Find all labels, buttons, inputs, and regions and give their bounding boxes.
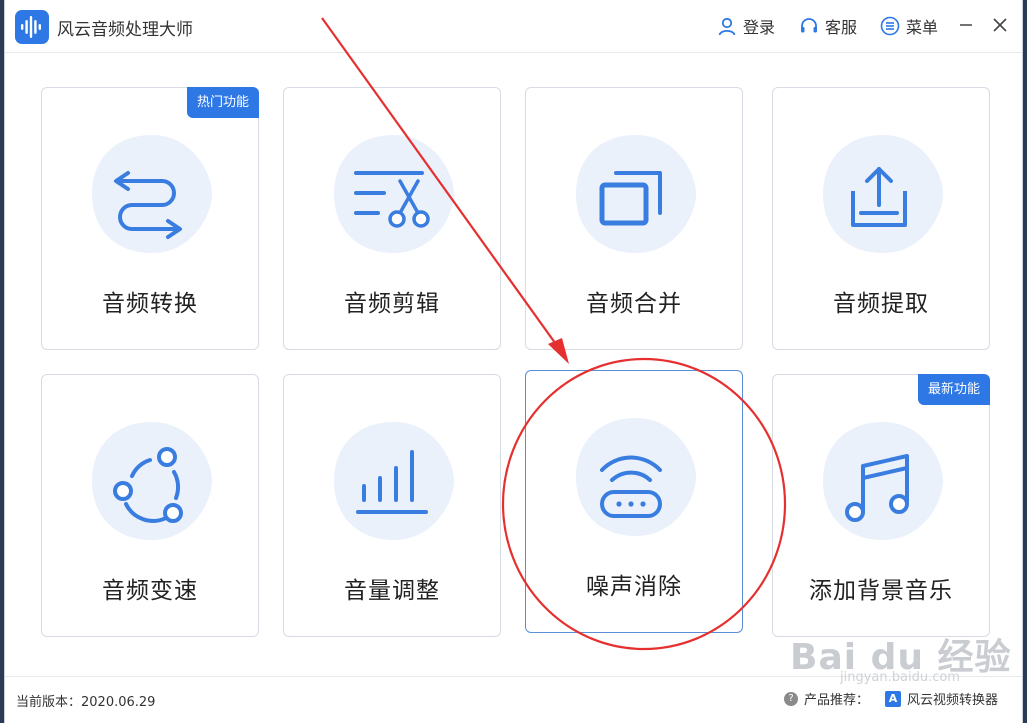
app-window: 风云音频处理大师 登录 客服 菜单 热门功能 音频转换 音频剪辑 音频合并 音频… — [5, 0, 1022, 723]
title-bar: 风云音频处理大师 登录 客服 菜单 — [5, 0, 1022, 53]
card-audio-speed[interactable]: 音频变速 — [41, 374, 259, 637]
help-icon: ? — [783, 691, 798, 706]
music-note-icon — [845, 454, 909, 522]
hot-feature-badge: 热门功能 — [186, 87, 259, 118]
card-volume-adjust[interactable]: 音量调整 — [283, 374, 501, 637]
menu-label: 菜单 — [906, 18, 939, 37]
close-button[interactable] — [989, 14, 1011, 36]
app-logo-icon — [15, 10, 49, 44]
noise-icon — [600, 455, 662, 518]
card-label: 音频转换 — [102, 291, 198, 317]
menu-button[interactable]: 菜单 — [880, 14, 938, 38]
extract-icon — [851, 167, 907, 227]
merge-icon — [599, 171, 662, 226]
baidu-watermark-url: jingyan.baidu.com — [840, 670, 960, 685]
card-noise-removal[interactable]: 噪声消除 — [525, 370, 743, 633]
close-icon — [993, 18, 1007, 32]
card-add-bg-music[interactable]: 最新功能 添加背景音乐 — [772, 374, 990, 637]
menu-icon — [880, 16, 900, 36]
minimize-button[interactable] — [955, 14, 977, 36]
card-audio-convert[interactable]: 热门功能 音频转换 — [41, 87, 259, 350]
convert-icon — [114, 171, 182, 239]
app-title: 风云音频处理大师 — [57, 20, 193, 40]
card-label: 音频变速 — [102, 578, 198, 604]
card-label: 音量调整 — [344, 578, 440, 604]
user-icon — [718, 17, 736, 36]
version-text: 当前版本：2020.06.29 — [16, 695, 156, 710]
recommend-product-link[interactable]: 风云视频转换器 — [907, 689, 998, 708]
new-feature-badge: 最新功能 — [917, 374, 990, 405]
login-button[interactable]: 登录 — [717, 14, 775, 38]
card-label: 噪声消除 — [586, 574, 682, 600]
login-label: 登录 — [743, 18, 776, 37]
card-audio-merge[interactable]: 音频合并 — [525, 87, 743, 350]
card-label: 音频提取 — [833, 291, 929, 317]
card-audio-extract[interactable]: 音频提取 — [772, 87, 990, 350]
headset-icon — [801, 18, 817, 33]
minimize-icon — [960, 24, 972, 26]
service-label: 客服 — [825, 18, 858, 37]
video-converter-logo-icon: A — [884, 690, 901, 707]
card-label: 音频剪辑 — [344, 291, 440, 317]
recommend-label: 产品推荐： — [803, 693, 869, 708]
card-audio-cut[interactable]: 音频剪辑 — [283, 87, 501, 350]
volume-icon — [356, 450, 428, 514]
scissors-icon — [354, 171, 430, 228]
customer-service-button[interactable]: 客服 — [799, 14, 857, 38]
card-label: 音频合并 — [586, 291, 682, 317]
card-label: 添加背景音乐 — [809, 578, 953, 604]
product-recommend[interactable]: ? 产品推荐： A 风云视频转换器 — [783, 689, 998, 708]
speed-icon — [113, 447, 183, 523]
